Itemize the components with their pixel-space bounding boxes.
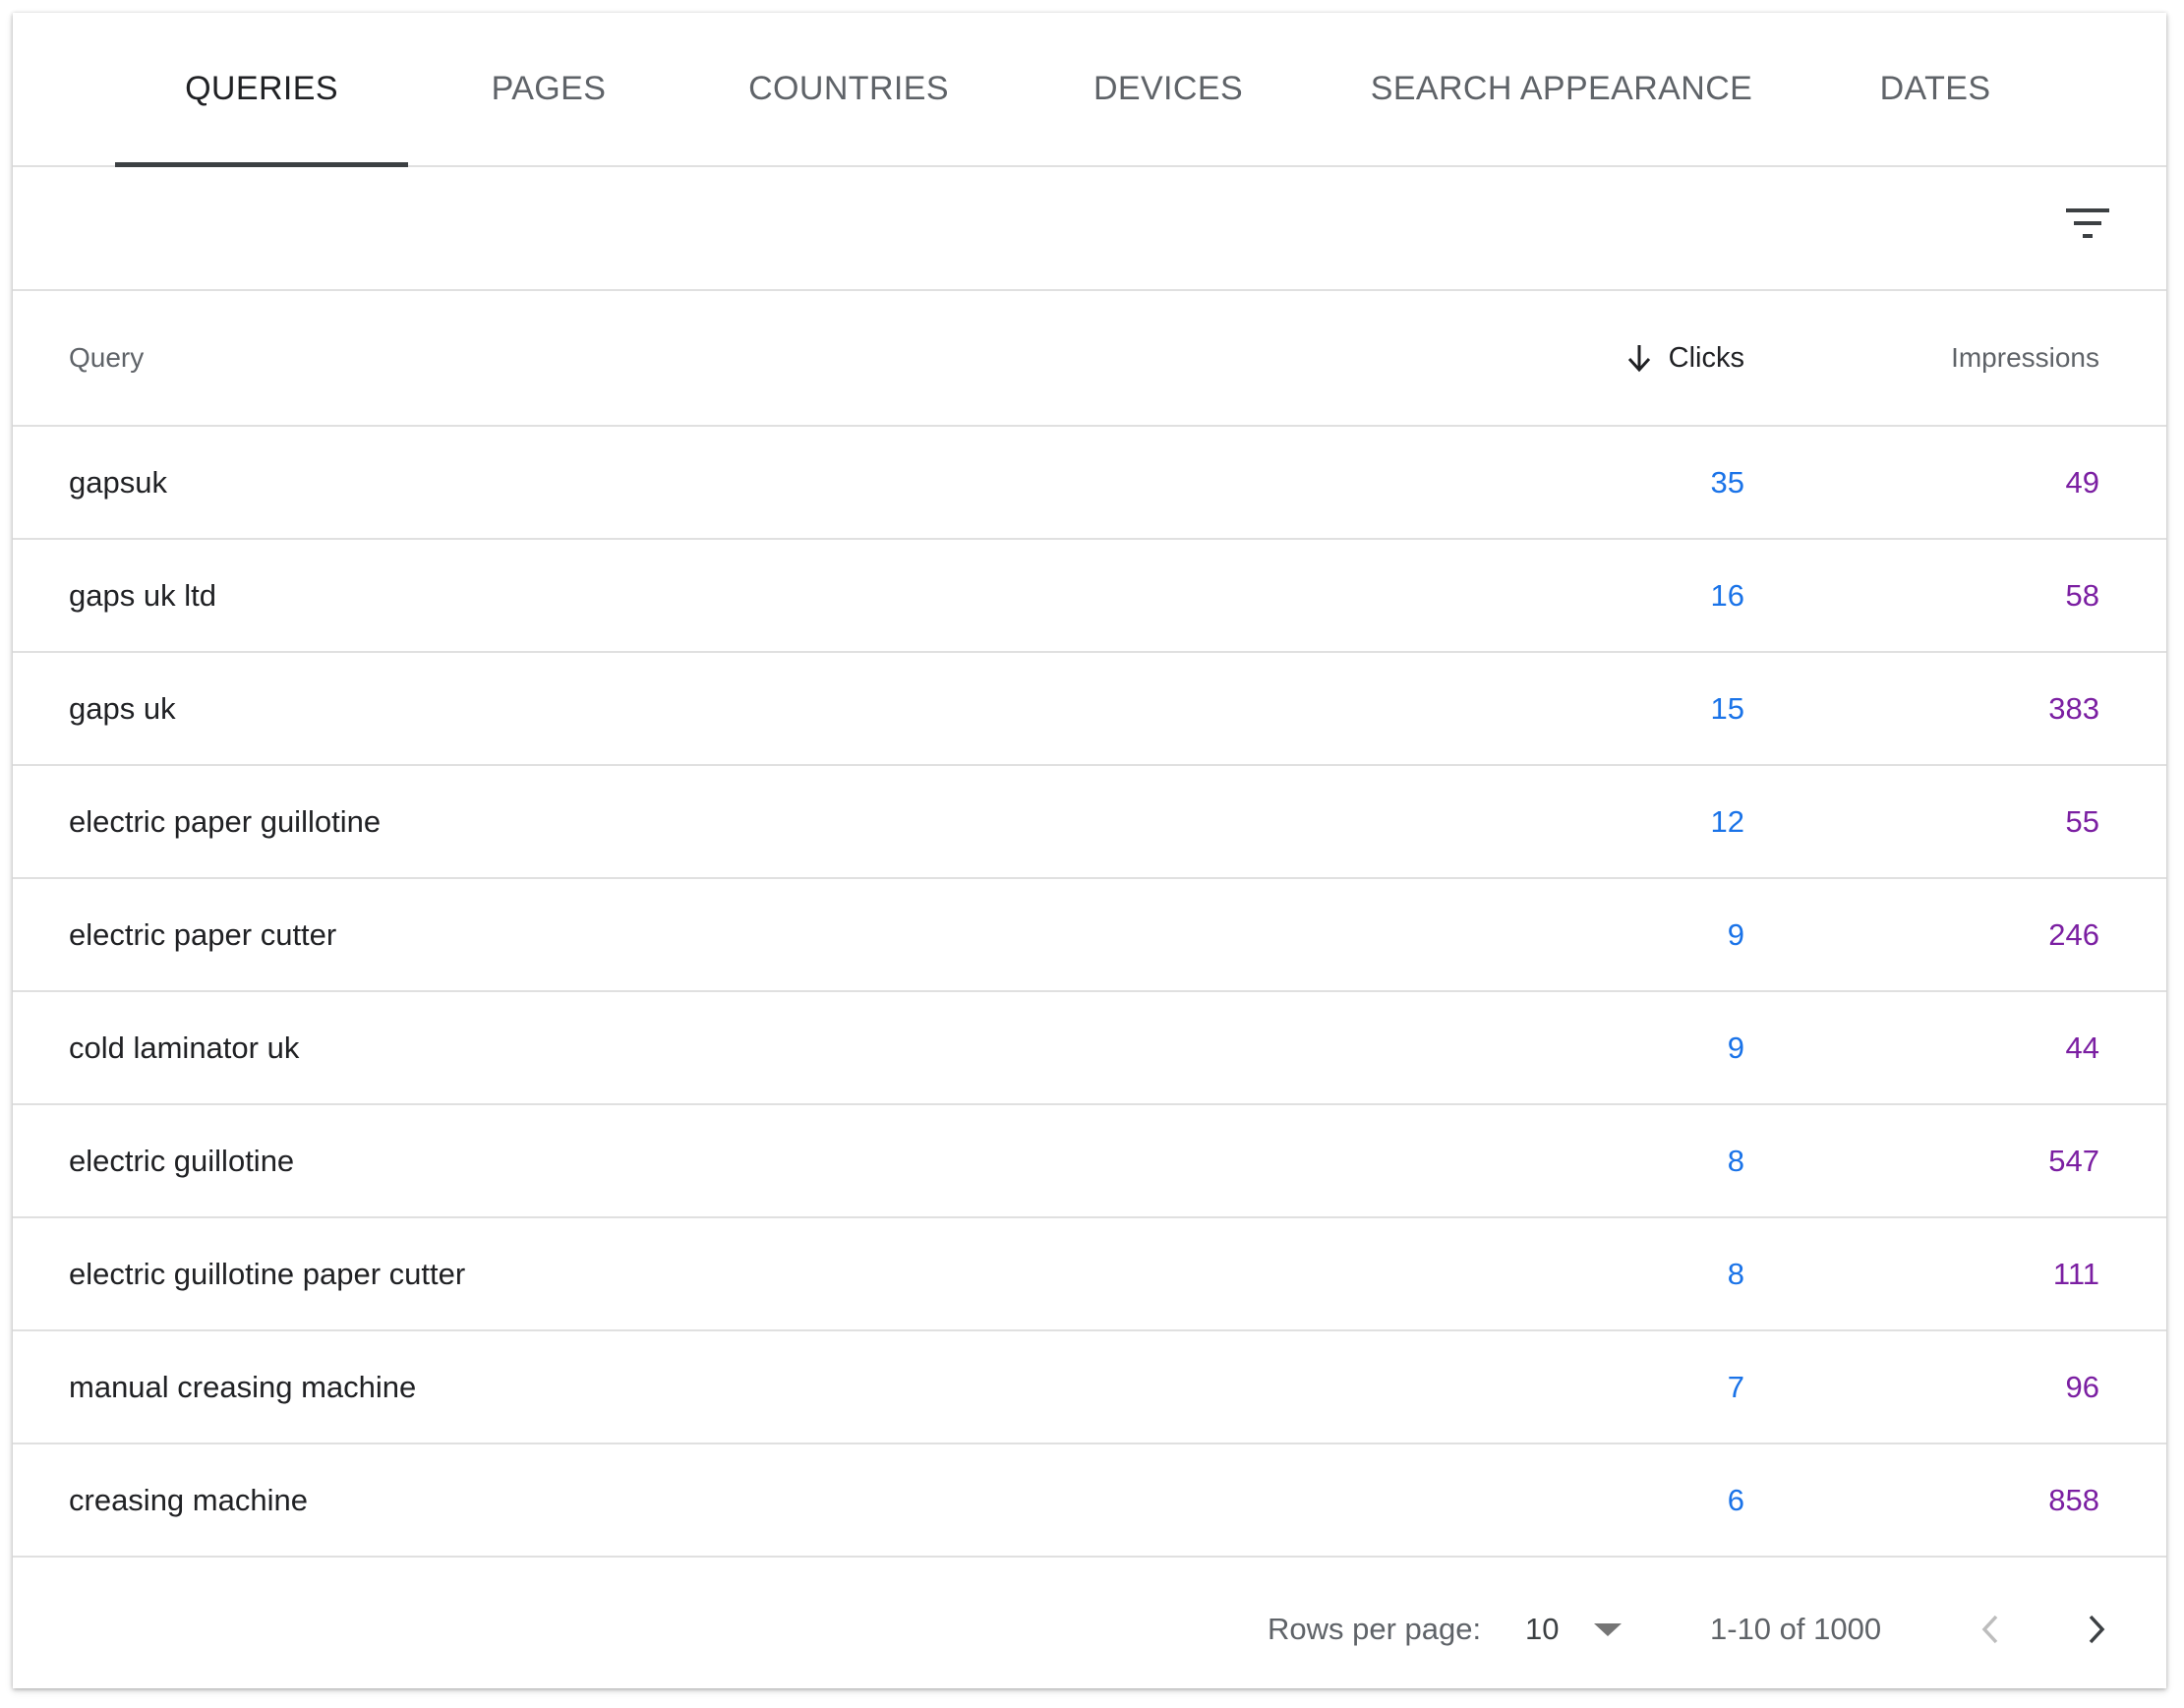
impressions-cell: 383	[2048, 690, 2099, 726]
clicks-cell: 8	[1727, 1256, 1744, 1291]
table-row[interactable]: electric paper cutter 9 246	[13, 879, 2166, 992]
chevron-left-icon	[1979, 1613, 2001, 1646]
query-cell: cold laminator uk	[69, 1030, 300, 1065]
rows-per-page-label: Rows per page:	[1268, 1611, 1482, 1646]
query-cell: gaps uk ltd	[69, 577, 216, 613]
pagination-range: 1-10 of 1000	[1710, 1611, 1882, 1646]
rows-per-page-value: 10	[1525, 1611, 1560, 1646]
rows-per-page-select[interactable]: 10	[1525, 1569, 1623, 1688]
performance-table-card: QUERIES PAGES COUNTRIES DEVICES SEARCH A…	[13, 13, 2166, 1688]
clicks-cell: 9	[1727, 1030, 1744, 1065]
query-cell: electric paper guillotine	[69, 803, 382, 839]
arrow-down-icon	[1625, 343, 1653, 373]
previous-page-button[interactable]	[1979, 1569, 2001, 1688]
query-cell: electric guillotine	[69, 1143, 295, 1178]
table-header: Query Clicks Impressions	[13, 291, 2166, 427]
table-row[interactable]: gaps uk 15 383	[13, 653, 2166, 766]
tab-countries[interactable]: COUNTRIES	[706, 13, 991, 165]
clicks-cell: 15	[1710, 690, 1744, 726]
impressions-cell: 55	[2065, 803, 2099, 839]
clicks-cell: 9	[1727, 916, 1744, 952]
impressions-cell: 58	[2065, 577, 2099, 613]
table-row[interactable]: gaps uk ltd 16 58	[13, 540, 2166, 653]
column-header-clicks-label: Clicks	[1668, 341, 1744, 374]
query-cell: gapsuk	[69, 464, 167, 500]
filter-list-icon[interactable]	[2066, 203, 2111, 244]
query-cell: electric guillotine paper cutter	[69, 1256, 466, 1291]
dimension-tabs: QUERIES PAGES COUNTRIES DEVICES SEARCH A…	[13, 13, 2166, 167]
impressions-cell: 111	[2052, 1256, 2099, 1291]
pagination-bar: Rows per page: 10 1-10 of 1000	[13, 1569, 2166, 1688]
impressions-cell: 858	[2048, 1482, 2099, 1517]
table-row[interactable]: electric paper guillotine 12 55	[13, 766, 2166, 879]
query-cell: manual creasing machine	[69, 1369, 417, 1404]
clicks-cell: 12	[1710, 803, 1744, 839]
impressions-cell: 49	[2065, 464, 2099, 500]
impressions-cell: 44	[2065, 1030, 2099, 1065]
table-row[interactable]: creasing machine 6 858	[13, 1444, 2166, 1558]
dropdown-arrow-icon	[1594, 1621, 1623, 1637]
tab-search-appearance[interactable]: SEARCH APPEARANCE	[1345, 13, 1778, 165]
query-cell: electric paper cutter	[69, 916, 337, 952]
clicks-cell: 35	[1710, 464, 1744, 500]
query-cell: gaps uk	[69, 690, 176, 726]
column-header-clicks[interactable]: Clicks	[1625, 291, 1744, 425]
table-row[interactable]: manual creasing machine 7 96	[13, 1331, 2166, 1444]
table-row[interactable]: electric guillotine 8 547	[13, 1105, 2166, 1218]
next-page-button[interactable]	[2086, 1569, 2107, 1688]
filter-bar	[13, 167, 2166, 291]
clicks-cell: 16	[1710, 577, 1744, 613]
impressions-cell: 246	[2048, 916, 2099, 952]
column-header-query[interactable]: Query	[69, 291, 144, 425]
tab-dates[interactable]: DATES	[1837, 13, 2034, 165]
table-row[interactable]: cold laminator uk 9 44	[13, 992, 2166, 1105]
clicks-cell: 8	[1727, 1143, 1744, 1178]
table-row[interactable]: gapsuk 35 49	[13, 427, 2166, 540]
clicks-cell: 6	[1727, 1482, 1744, 1517]
impressions-cell: 96	[2065, 1369, 2099, 1404]
tab-queries[interactable]: QUERIES	[115, 13, 408, 167]
impressions-cell: 547	[2048, 1143, 2099, 1178]
tab-pages[interactable]: PAGES	[450, 13, 647, 165]
query-cell: creasing machine	[69, 1482, 308, 1517]
clicks-cell: 7	[1727, 1369, 1744, 1404]
tab-devices[interactable]: DEVICES	[1050, 13, 1286, 165]
chevron-right-icon	[2086, 1613, 2107, 1646]
table-row[interactable]: electric guillotine paper cutter 8 111	[13, 1218, 2166, 1331]
column-header-impressions[interactable]: Impressions	[1951, 291, 2099, 425]
